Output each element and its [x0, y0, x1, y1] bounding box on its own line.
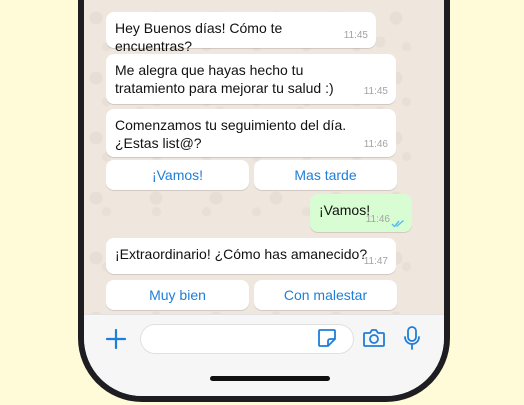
- message-incoming: Comenzamos tu seguimiento del día. ¿Esta…: [106, 109, 396, 157]
- message-time: 11:46: [363, 139, 388, 150]
- message-time: 11:45: [363, 86, 388, 97]
- message-incoming: ¡Extraordinario! ¿Cómo has amanecido? 11…: [106, 238, 396, 274]
- message-text: ¡Extraordinario! ¿Cómo has amanecido?: [115, 246, 368, 262]
- quick-reply-con-malestar-button[interactable]: Con malestar: [254, 280, 397, 310]
- message-time: 11:47: [363, 256, 388, 267]
- quick-reply-muy-bien-button[interactable]: Muy bien: [106, 280, 249, 310]
- home-indicator: [210, 376, 330, 381]
- chat-screen: Hey Buenos días! Cómo te encuentras? 11:…: [84, 0, 444, 396]
- message-incoming: Me alegra que hayas hecho tu tratamiento…: [106, 54, 396, 104]
- message-time: 11:45: [343, 30, 368, 41]
- message-text: Hey Buenos días! Cómo te encuentras?: [115, 20, 283, 54]
- message-text: Me alegra que hayas hecho tu tratamiento…: [115, 62, 334, 96]
- message-text: ¡Vamos!: [319, 202, 371, 218]
- message-outgoing: ¡Vamos! 11:46: [310, 194, 412, 232]
- plus-icon[interactable]: [102, 325, 130, 353]
- camera-icon[interactable]: [362, 327, 386, 349]
- sticker-icon[interactable]: [316, 327, 338, 349]
- message-time: 11:46: [365, 214, 390, 225]
- microphone-icon[interactable]: [402, 325, 422, 351]
- message-incoming: Hey Buenos días! Cómo te encuentras? 11:…: [106, 12, 376, 54]
- read-ticks-icon: [391, 219, 404, 228]
- quick-reply-mas-tarde-button[interactable]: Mas tarde: [254, 160, 397, 190]
- quick-reply-vamos-button[interactable]: ¡Vamos!: [106, 160, 249, 190]
- message-text: Comenzamos tu seguimiento del día. ¿Esta…: [115, 117, 347, 151]
- message-input-bar: [84, 314, 444, 396]
